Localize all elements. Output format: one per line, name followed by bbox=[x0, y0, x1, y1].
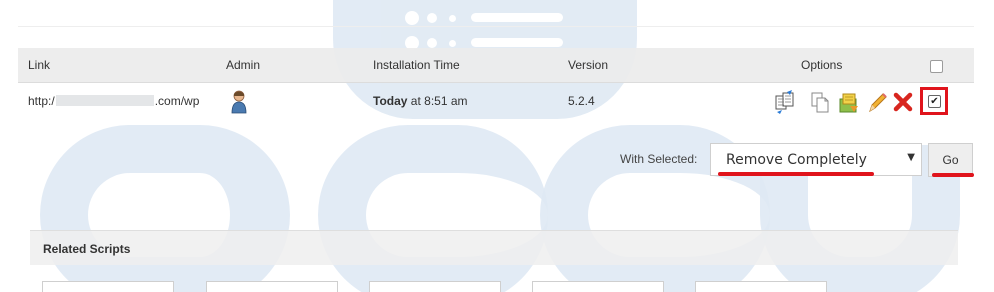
edit-pencil-icon[interactable] bbox=[866, 90, 888, 114]
installation-link[interactable]: http:/ .com/wp bbox=[28, 94, 199, 108]
go-button[interactable]: Go bbox=[928, 143, 973, 177]
link-prefix: http:/ bbox=[28, 94, 55, 108]
install-day: Today bbox=[373, 94, 408, 108]
related-script-card[interactable] bbox=[369, 281, 501, 292]
with-selected-label: With Selected: bbox=[620, 152, 698, 166]
table-header: Link Admin Installation Time Version Opt… bbox=[18, 48, 974, 83]
divider bbox=[18, 26, 974, 27]
related-script-card[interactable] bbox=[206, 281, 338, 292]
installations-panel: Link Admin Installation Time Version Opt… bbox=[0, 0, 994, 292]
related-scripts-title: Related Scripts bbox=[43, 242, 131, 256]
column-header-version: Version bbox=[568, 58, 609, 72]
backup-icon[interactable] bbox=[838, 90, 860, 114]
redacted-domain bbox=[55, 95, 154, 106]
column-header-installation-time: Installation Time bbox=[373, 58, 460, 72]
highlight-underline bbox=[718, 172, 874, 176]
related-script-card[interactable] bbox=[42, 281, 174, 292]
highlight-underline bbox=[932, 173, 974, 177]
bulk-action-value: Remove Completely bbox=[726, 152, 867, 168]
copy-icon[interactable] bbox=[809, 90, 831, 114]
install-time: at 8:51 am bbox=[410, 94, 468, 108]
admin-user-icon[interactable] bbox=[230, 90, 248, 114]
column-header-link: Link bbox=[28, 58, 51, 72]
remove-x-icon[interactable] bbox=[892, 90, 914, 114]
link-suffix: .com/wp bbox=[154, 94, 200, 108]
related-script-card[interactable] bbox=[695, 281, 827, 292]
related-scripts-header: Related Scripts bbox=[30, 230, 958, 265]
selected-checkbox-highlight: ✔ bbox=[920, 87, 948, 115]
table-row: http:/ .com/wp Today at 8:51 am 5.2.4 ✔ bbox=[18, 84, 974, 120]
column-header-admin: Admin bbox=[226, 58, 261, 72]
dropdown-arrow-icon: ▼ bbox=[907, 152, 915, 163]
installation-time: Today at 8:51 am bbox=[373, 94, 468, 108]
related-script-card[interactable] bbox=[532, 281, 664, 292]
clone-icon[interactable] bbox=[774, 90, 796, 114]
version-value: 5.2.4 bbox=[568, 94, 595, 108]
column-header-options: Options bbox=[801, 58, 843, 72]
select-all-checkbox[interactable] bbox=[930, 60, 943, 73]
row-select-checkbox[interactable]: ✔ bbox=[928, 95, 941, 108]
